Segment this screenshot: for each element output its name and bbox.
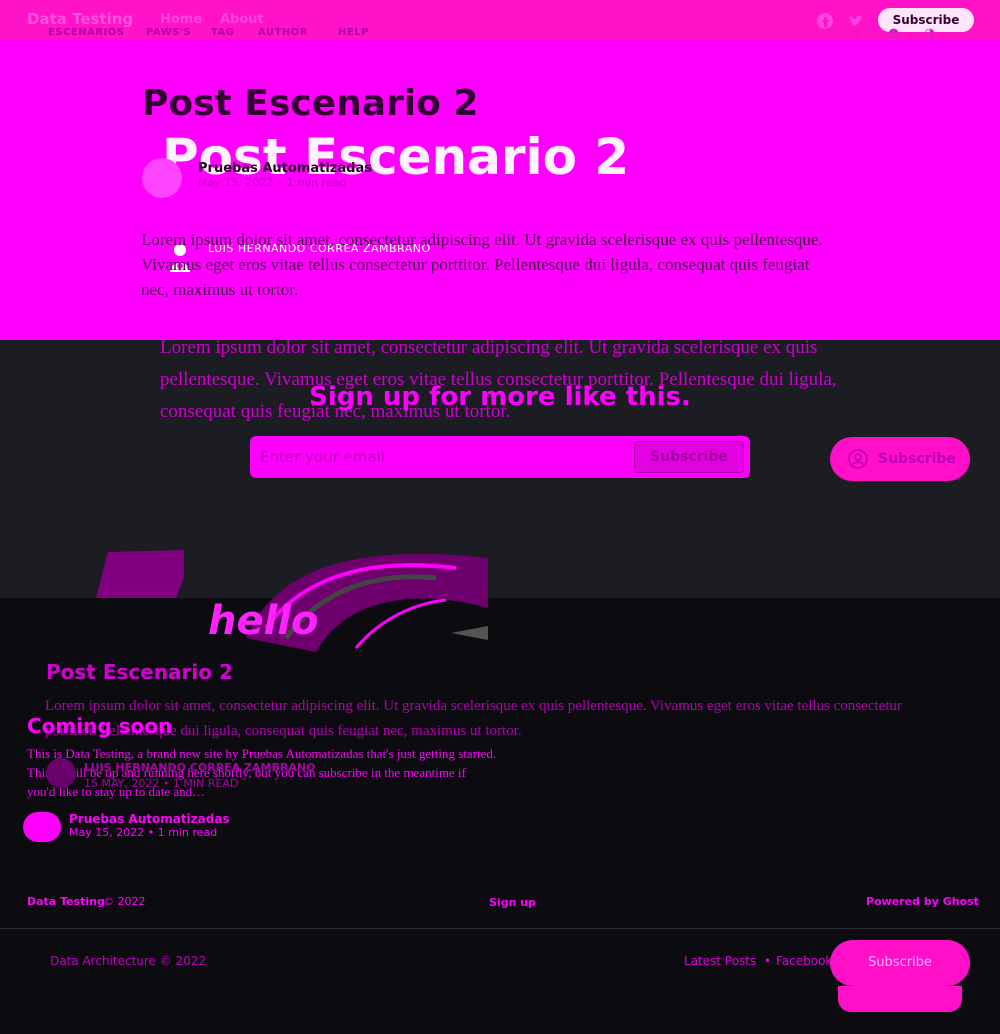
underlayer-nav-paws[interactable]: PAWS'S <box>146 27 191 38</box>
footer-brand[interactable]: Data Testing <box>27 895 105 908</box>
post-title: Post Escenario 2 <box>142 83 479 124</box>
email-field[interactable] <box>260 441 630 473</box>
floating-button-shadow <box>838 986 962 1012</box>
related-post-title[interactable]: Post Escenario 2 <box>46 660 233 684</box>
footer-link-facebook[interactable]: Facebook <box>776 954 832 968</box>
card-image-text: hello <box>208 598 319 644</box>
footer-signup-link[interactable]: Sign up <box>489 896 536 909</box>
post-body: Lorem ipsum dolor sit amet, consectetur … <box>160 337 837 422</box>
user-icon: ◓ <box>888 26 900 41</box>
related-author-name[interactable]: LUIS HERNANDO CORREA ZAMBRANO <box>84 761 315 774</box>
signup-subscribe-button[interactable]: Subscribe <box>634 441 744 473</box>
related-post-meta: 15 MAY, 2022 • 1 MIN READ <box>84 777 239 790</box>
post-meta: May 15, 2022 • 1 min read <box>198 176 347 189</box>
author-name[interactable]: Pruebas Automatizadas <box>198 161 372 176</box>
coming-soon-author-name[interactable]: Pruebas Automatizadas <box>69 812 230 826</box>
signup-heading: Sign up for more like this. <box>309 382 691 412</box>
author-avatar[interactable] <box>142 158 182 198</box>
facebook-icon[interactable] <box>816 12 834 30</box>
underlayer-nav-escenarios[interactable]: ESCENARIOS <box>48 27 124 38</box>
read-time: 1 min read <box>286 176 347 189</box>
user-icon <box>848 449 868 469</box>
powered-by-link[interactable]: Powered by Ghost <box>866 895 979 908</box>
footer-divider <box>0 928 1000 929</box>
related-post-excerpt: Lorem ipsum dolor sit amet, consectetur … <box>45 698 902 739</box>
site-brand[interactable]: Data Testing <box>27 10 133 28</box>
footer-link-separator: • <box>764 954 772 968</box>
coming-soon-title[interactable]: Coming soon <box>27 714 172 738</box>
footer-link-latest-posts[interactable]: Latest Posts <box>684 954 756 968</box>
post-date: May 15, 2022 <box>198 176 274 189</box>
rss-icon: ◔ <box>924 26 936 41</box>
underlayer-nav-author[interactable]: AUTHOR <box>258 27 308 38</box>
footer2-copyright: Data Architecture © 2022 <box>50 954 207 968</box>
post-excerpt: Lorem ipsum dolor sit amet, consectetur … <box>141 230 823 299</box>
coming-soon-author-avatar[interactable] <box>23 812 61 842</box>
coming-soon-meta: May 15, 2022 • 1 min read <box>69 826 218 839</box>
lock-icon: ▯ <box>852 26 860 41</box>
floating-subscribe-button-2[interactable]: Subscribe <box>830 940 970 986</box>
underlayer-nav-tag[interactable]: TAG <box>211 27 235 38</box>
underlayer-nav-help[interactable]: HELP <box>338 27 369 38</box>
nav-home[interactable]: Home <box>160 12 202 27</box>
footer-copyright: © 2022 <box>103 895 146 908</box>
related-author-avatar[interactable] <box>46 758 76 788</box>
nav-about[interactable]: About <box>220 12 264 27</box>
